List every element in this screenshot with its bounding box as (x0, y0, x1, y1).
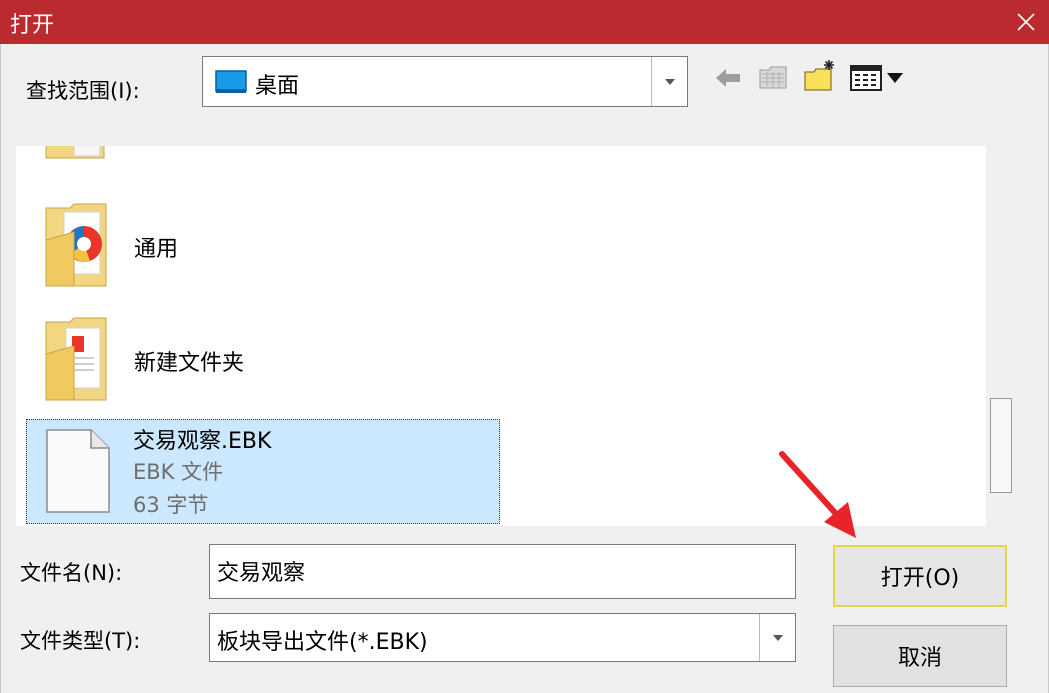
title-bar: 打开 (0, 0, 1049, 44)
look-in-value: 桌面 (255, 74, 300, 99)
list-item[interactable]: 新建文件夹 (16, 316, 486, 404)
chevron-down-icon (664, 78, 675, 85)
file-name: 新建文件夹 (134, 351, 245, 376)
filename-input[interactable]: 交易观察 (209, 544, 796, 599)
file-size: 63 字节 (133, 493, 209, 517)
back-arrow-icon[interactable] (714, 66, 742, 90)
annotation-arrow-icon (779, 451, 856, 538)
window-title: 打开 (10, 13, 55, 38)
file-name: 交易观察.EBK (133, 429, 272, 454)
folder-icon (45, 146, 105, 159)
open-button[interactable]: 打开(O) (833, 545, 1007, 607)
close-button[interactable] (1003, 0, 1049, 44)
view-menu-button[interactable] (849, 64, 905, 92)
new-folder-icon[interactable] (803, 58, 837, 92)
file-type: EBK 文件 (133, 460, 224, 484)
list-item[interactable]: 通用 (16, 202, 486, 290)
look-in-combobox[interactable]: 桌面 (202, 56, 688, 107)
filename-label: 文件名(N): (20, 561, 123, 585)
filetype-combobox[interactable]: 板块导出文件(*.EBK) (209, 613, 796, 662)
folder-icon (45, 203, 107, 287)
desktop-icon (215, 70, 247, 93)
file-name: 通用 (134, 237, 179, 262)
close-icon (1017, 13, 1035, 31)
view-menu-icon (850, 65, 903, 91)
folder-icon (45, 317, 107, 401)
look-in-dropdown-button[interactable] (651, 57, 687, 106)
filename-value: 交易观察 (217, 561, 306, 586)
list-item-selected[interactable]: 交易观察.EBK EBK 文件 63 字节 (26, 419, 500, 524)
filetype-dropdown-button[interactable] (759, 614, 795, 661)
look-in-label: 查找范围(I): (26, 79, 140, 103)
chevron-down-icon (772, 634, 783, 641)
list-scrollbar-thumb[interactable] (990, 398, 1012, 493)
filetype-value: 板块导出文件(*.EBK) (217, 630, 428, 655)
document-icon (46, 429, 110, 513)
up-folder-icon[interactable] (758, 62, 788, 90)
filetype-label: 文件类型(T): (20, 629, 141, 653)
cancel-button[interactable]: 取消 (833, 625, 1007, 687)
